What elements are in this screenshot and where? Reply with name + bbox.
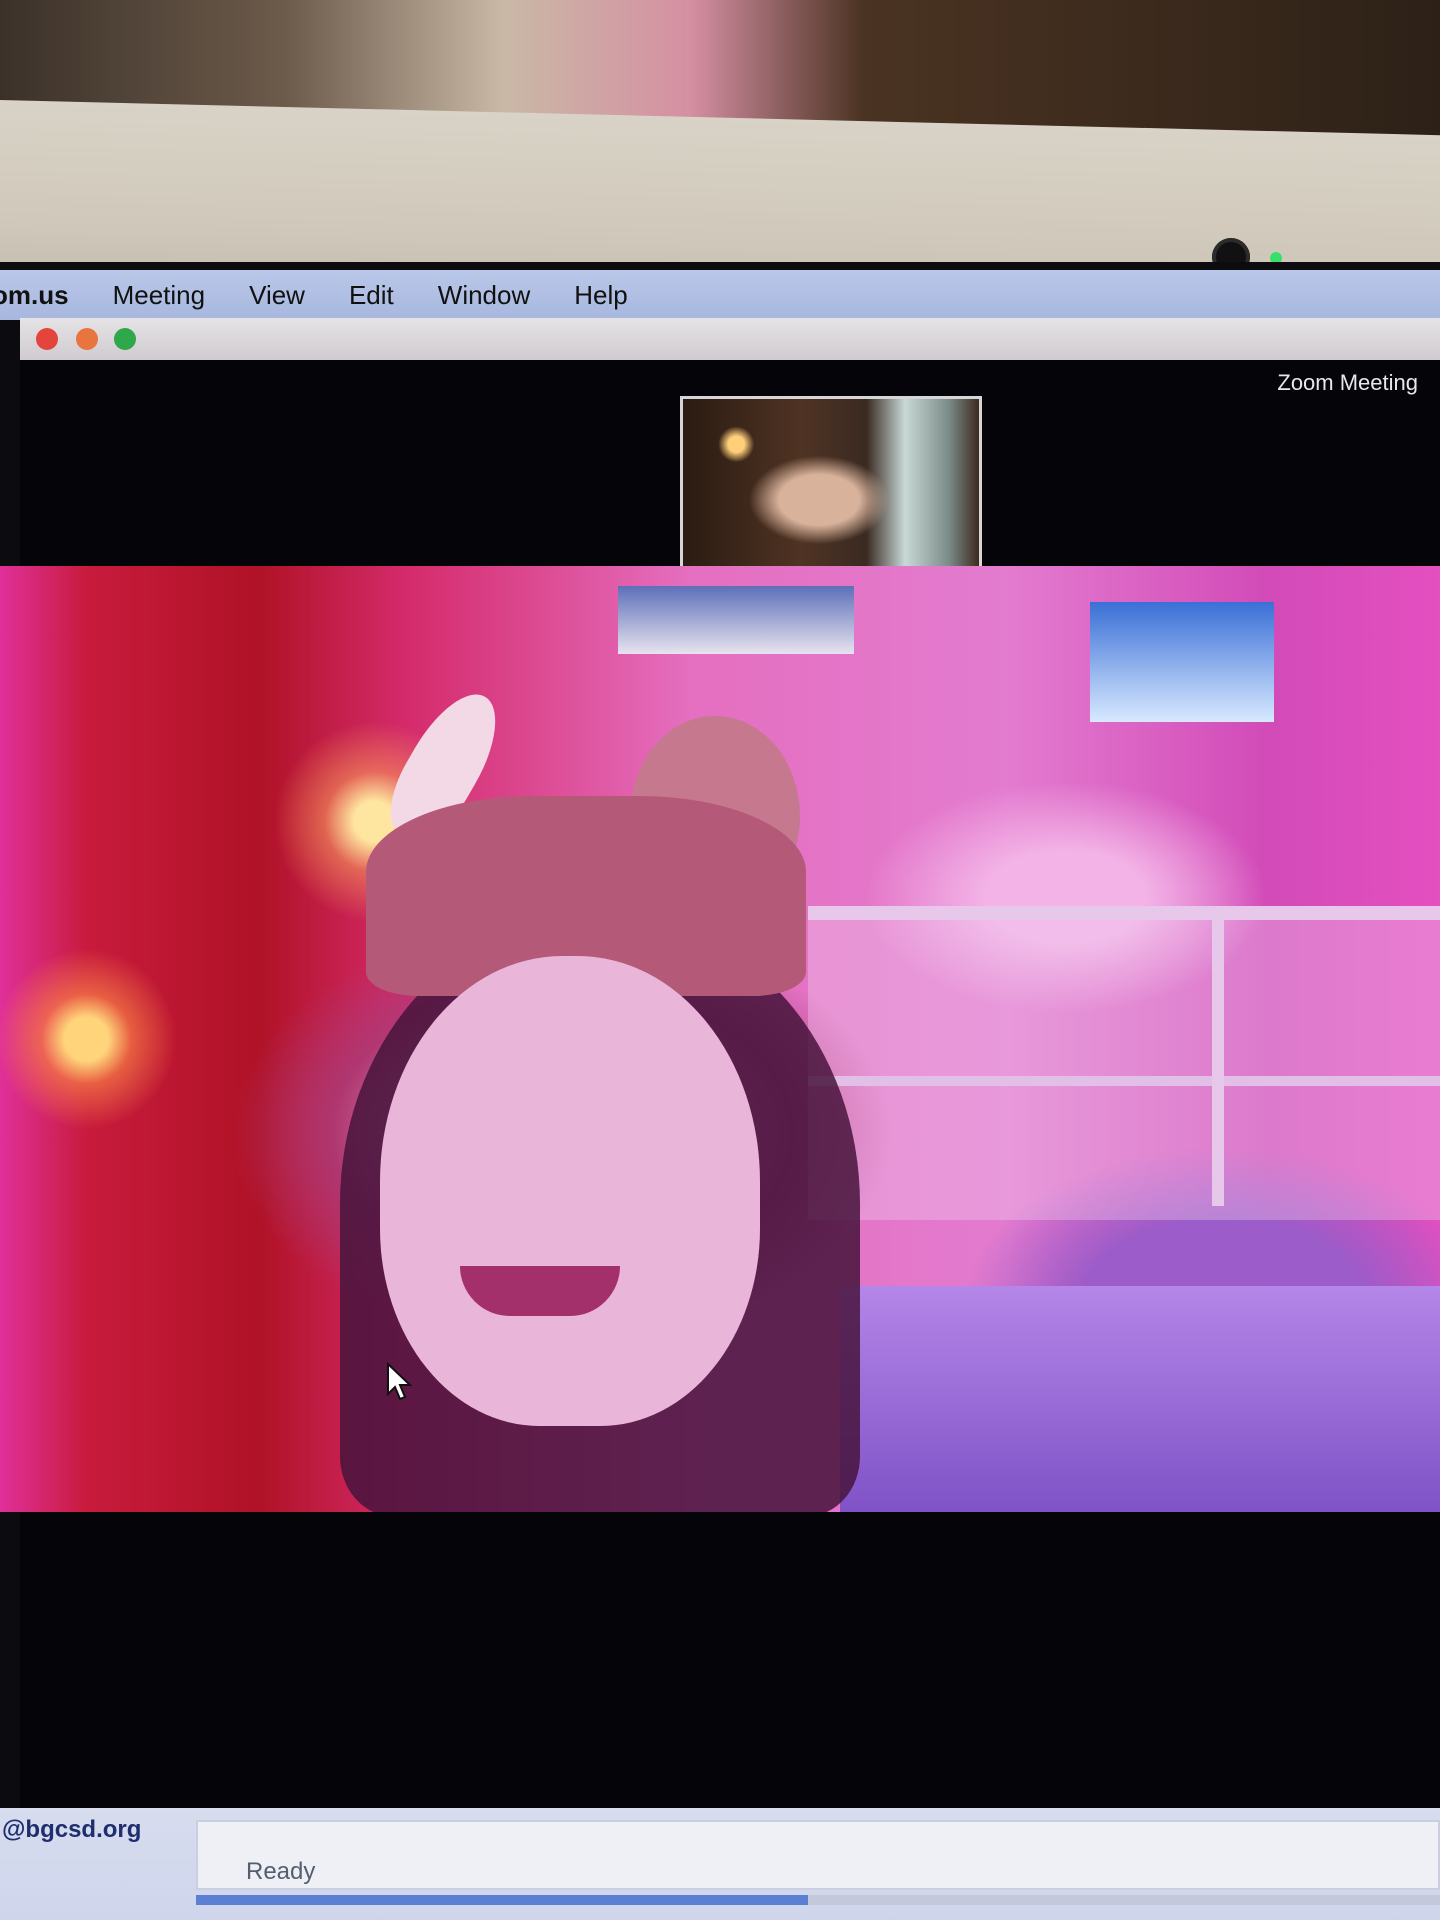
- shelf-divider: [1212, 906, 1224, 1206]
- close-window-button[interactable]: [36, 328, 58, 350]
- self-view-video-thumbnail[interactable]: [680, 396, 982, 576]
- menu-app-name[interactable]: om.us: [0, 280, 91, 311]
- wall-picture: [618, 586, 854, 654]
- bed: [840, 1286, 1440, 1512]
- mail-status-text: Ready: [246, 1858, 316, 1885]
- menu-help[interactable]: Help: [552, 280, 649, 311]
- menu-window[interactable]: Window: [416, 280, 552, 311]
- mail-progress-fill: [196, 1895, 808, 1905]
- account-email-fragment: @bgcsd.org: [2, 1816, 142, 1843]
- menu-edit[interactable]: Edit: [327, 280, 416, 311]
- zoom-window-button[interactable]: [114, 328, 136, 350]
- participant-mouth: [460, 1266, 620, 1316]
- minimize-window-button[interactable]: [76, 328, 98, 350]
- mail-status-panel: [196, 1820, 1440, 1890]
- window-title: Zoom Meeting: [1277, 370, 1418, 395]
- shelf-board: [808, 1076, 1440, 1086]
- menu-view[interactable]: View: [227, 280, 327, 311]
- wall-picture: [1090, 602, 1274, 722]
- menu-bar: om.us Meeting View Edit Window Help: [0, 270, 1440, 320]
- mouse-pointer-icon: [387, 1362, 413, 1401]
- bookshelf: [808, 906, 1440, 1220]
- window-titlebar: [20, 318, 1440, 360]
- active-speaker-video[interactable]: [0, 566, 1440, 1512]
- participant-face: [380, 956, 760, 1426]
- menu-meeting[interactable]: Meeting: [91, 280, 228, 311]
